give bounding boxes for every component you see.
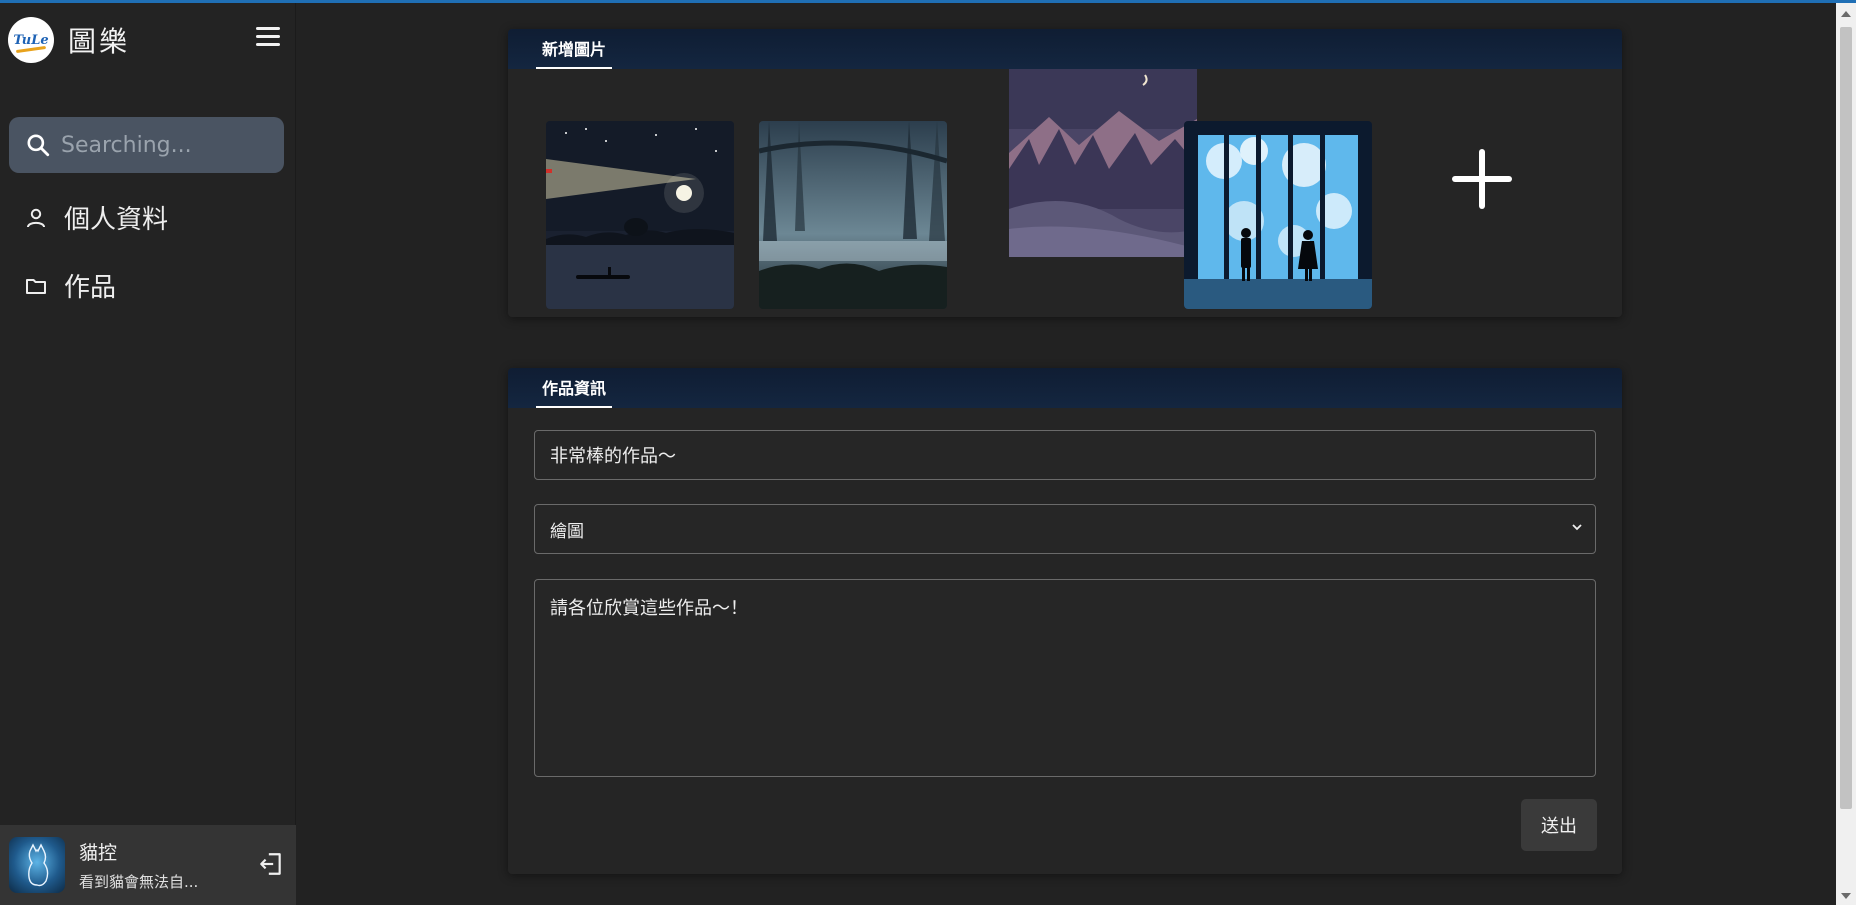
image-gallery bbox=[508, 69, 1622, 317]
search-input[interactable] bbox=[61, 132, 261, 158]
user-status: 看到貓會無法自... bbox=[79, 873, 199, 891]
brand[interactable]: TuLe 圖樂 bbox=[8, 16, 130, 64]
title-input-value: 非常棒的作品～ bbox=[550, 446, 676, 467]
user-panel: 貓控 看到貓會無法自... bbox=[0, 825, 296, 905]
work-info-card: 作品資訊 非常棒的作品～ 繪圖 請各位欣賞這些作品～！ 送出 bbox=[508, 368, 1622, 874]
user-icon bbox=[27, 208, 45, 227]
page-scrollbar[interactable] bbox=[1836, 3, 1856, 905]
sidebar-item-label: 個人資料 bbox=[64, 205, 169, 235]
sidebar-item-works[interactable]: 作品 bbox=[24, 267, 116, 304]
title-input[interactable]: 非常棒的作品～ bbox=[534, 430, 1596, 480]
app-logo: TuLe bbox=[8, 17, 54, 63]
avatar[interactable] bbox=[9, 837, 65, 893]
cat-silhouette-icon bbox=[28, 843, 49, 887]
app-name: 圖樂 bbox=[68, 25, 131, 58]
card-header: 作品資訊 bbox=[508, 368, 1622, 408]
scroll-up-arrow-icon[interactable] bbox=[1841, 11, 1851, 17]
search-box[interactable] bbox=[9, 117, 284, 173]
misty-forest-swamp-image[interactable] bbox=[759, 121, 947, 309]
folder-icon bbox=[26, 278, 46, 294]
tab-work-info[interactable]: 作品資訊 bbox=[536, 368, 613, 408]
logo-text: TuLe bbox=[13, 32, 49, 48]
couple-window-sky-image[interactable] bbox=[1184, 121, 1372, 309]
category-select[interactable]: 繪圖 bbox=[534, 504, 1596, 554]
search-icon bbox=[27, 134, 50, 157]
night-lake-boat-image[interactable] bbox=[546, 121, 734, 309]
chevron-down-icon bbox=[1572, 524, 1582, 531]
sidebar-item-label: 作品 bbox=[64, 273, 117, 303]
purple-mountains-image[interactable] bbox=[1009, 69, 1197, 257]
tab-add-images[interactable]: 新增圖片 bbox=[536, 29, 613, 69]
scrollbar-thumb[interactable] bbox=[1840, 27, 1852, 809]
card-header: 新增圖片 bbox=[508, 29, 1622, 69]
user-name: 貓控 bbox=[79, 842, 118, 864]
add-image-button[interactable] bbox=[1452, 149, 1512, 209]
sidebar: TuLe 圖樂 個人資料 作品 貓控 看到貓會無 bbox=[0, 3, 296, 905]
submit-button[interactable]: 送出 bbox=[1521, 799, 1597, 851]
description-textarea[interactable]: 請各位欣賞這些作品～！ bbox=[534, 579, 1596, 777]
category-select-value: 繪圖 bbox=[550, 521, 584, 542]
sidebar-item-profile[interactable]: 個人資料 bbox=[24, 199, 168, 236]
hamburger-menu-icon[interactable] bbox=[256, 27, 280, 49]
image-upload-card: 新增圖片 bbox=[508, 29, 1622, 317]
logout-icon[interactable] bbox=[258, 851, 284, 877]
scroll-down-arrow-icon[interactable] bbox=[1841, 893, 1851, 899]
description-value: 請各位欣賞這些作品～！ bbox=[550, 598, 748, 619]
